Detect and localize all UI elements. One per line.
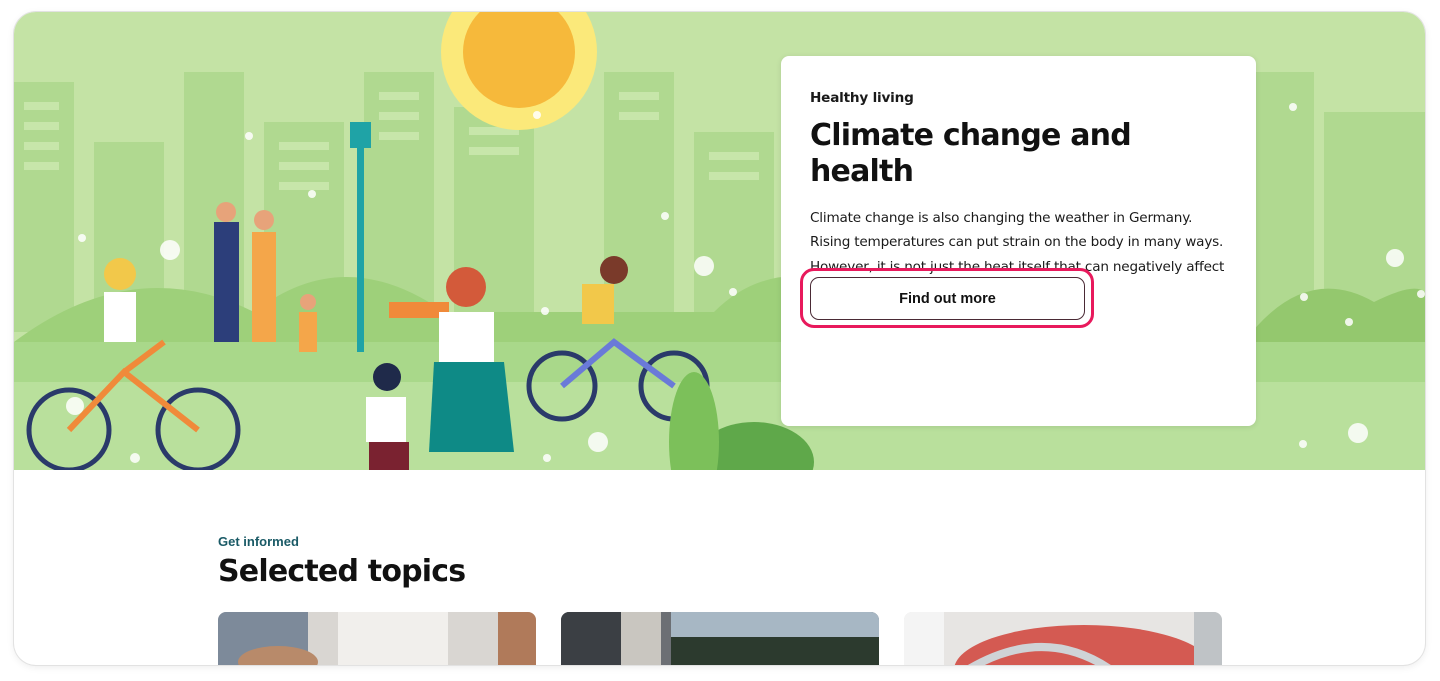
- topic-card-2-image[interactable]: [561, 612, 879, 665]
- hero-banner: Healthy living Climate change and health…: [14, 12, 1425, 470]
- topic-card-1-image[interactable]: [218, 612, 536, 665]
- topics-title: Selected topics: [218, 554, 466, 589]
- page-frame: Healthy living Climate change and health…: [14, 12, 1425, 665]
- topic-image-2: [561, 612, 879, 665]
- feature-title: Climate change and health: [810, 117, 1132, 189]
- topics-eyebrow: Get informed: [218, 534, 299, 549]
- selected-topics-section: Get informed Selected topics: [218, 534, 466, 591]
- find-out-more-button[interactable]: Find out more: [810, 277, 1085, 320]
- topic-image-1: [218, 612, 536, 665]
- feature-card: Healthy living Climate change and health…: [781, 56, 1256, 426]
- feature-eyebrow: Healthy living: [810, 90, 914, 106]
- topic-card-3-image[interactable]: [904, 612, 1222, 665]
- topic-image-3: [904, 612, 1222, 665]
